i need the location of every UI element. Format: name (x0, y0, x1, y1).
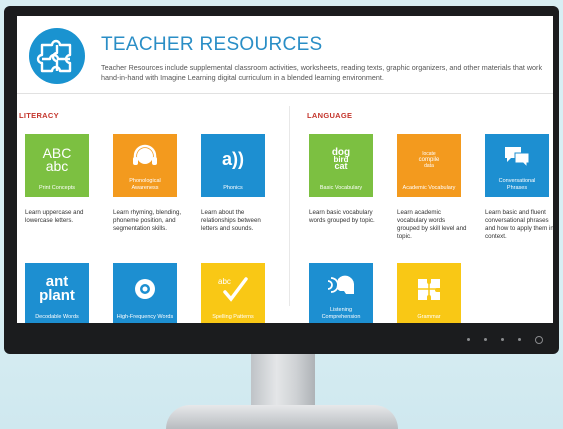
tile-high-frequency-words[interactable]: High-Frequency Words (113, 263, 177, 323)
tile-label: Listening Comprehension (321, 307, 361, 320)
monitor-button[interactable] (467, 338, 470, 341)
tile-label: Phonics (223, 185, 243, 191)
monitor-frame: TEACHER RESOURCES Teacher Resources incl… (4, 6, 559, 354)
tile-label: Print Concepts (38, 185, 76, 191)
eye-icon (132, 263, 158, 314)
monitor-buttons (467, 336, 543, 344)
checkmark-icon: abc (216, 263, 250, 314)
language-section-title: LANGUAGE (307, 111, 353, 120)
monitor-button[interactable] (518, 338, 521, 341)
tile-description: Learn rhyming, blending, phoneme positio… (113, 209, 182, 232)
word-cloud-icon: locate compile data (418, 150, 440, 169)
screen: TEACHER RESOURCES Teacher Resources incl… (17, 16, 553, 323)
tile-grammar[interactable]: Grammar (397, 263, 461, 323)
monitor-stand-base (166, 405, 398, 429)
headphones-icon (132, 134, 158, 178)
monitor-stand-neck (251, 354, 315, 408)
power-icon[interactable] (535, 336, 543, 344)
monitor-button[interactable] (484, 338, 487, 341)
puzzle-pieces-icon (415, 263, 443, 314)
tile-description: Learn academic vocabulary words grouped … (397, 209, 467, 240)
word-cloud-icon: dog bird cat (331, 147, 351, 171)
page-title: TEACHER RESOURCES (101, 34, 323, 55)
abc-icon: ABC abc (42, 144, 72, 174)
tile-label: Conversational Phrases (498, 178, 536, 191)
literacy-section-title: LITERACY (19, 111, 59, 120)
tile-description: Learn basic vocabulary words grouped by … (309, 209, 375, 224)
tile-phonological-awareness[interactable]: Phonological Awareness (113, 134, 177, 197)
divider (17, 93, 553, 94)
word-icon: ant plant (39, 272, 75, 304)
column-divider (289, 106, 290, 306)
tile-print-concepts[interactable]: ABC abc Print Concepts (25, 134, 89, 197)
tile-basic-vocabulary[interactable]: dog bird cat Basic Vocabulary (309, 134, 373, 197)
sound-icon: a)) (222, 149, 244, 169)
tile-label: Basic Vocabulary (319, 185, 363, 191)
tile-label: Academic Vocabulary (402, 185, 456, 191)
tile-label: Spelling Patterns (212, 314, 254, 320)
tile-label: High-Frequency Words (116, 314, 174, 320)
tile-conversational-phrases[interactable]: Conversational Phrases (485, 134, 549, 197)
svg-text:abc: abc (218, 277, 231, 286)
tile-academic-vocabulary[interactable]: locate compile data Academic Vocabulary (397, 134, 461, 197)
speech-bubbles-icon (503, 134, 531, 178)
tile-decodable-words[interactable]: ant plant Decodable Words (25, 263, 89, 323)
tile-label: Decodable Words (35, 314, 79, 320)
speaking-head-icon (326, 263, 356, 307)
tile-spelling-patterns[interactable]: abc Spelling Patterns (201, 263, 265, 323)
page-description: Teacher Resources include supplemental c… (101, 63, 543, 82)
puzzle-logo-icon (29, 28, 85, 84)
tile-description: Learn uppercase and lowercase letters. (25, 209, 84, 224)
tile-phonics[interactable]: a)) Phonics (201, 134, 265, 197)
tile-description: Learn about the relationships between le… (201, 209, 261, 232)
tile-label: Phonological Awareness (129, 178, 161, 191)
tile-listening-comprehension[interactable]: Listening Comprehension (309, 263, 373, 323)
tile-description: Learn basic and fluent conversational ph… (485, 209, 553, 240)
tile-label: Grammar (417, 314, 441, 320)
monitor-button[interactable] (501, 338, 504, 341)
